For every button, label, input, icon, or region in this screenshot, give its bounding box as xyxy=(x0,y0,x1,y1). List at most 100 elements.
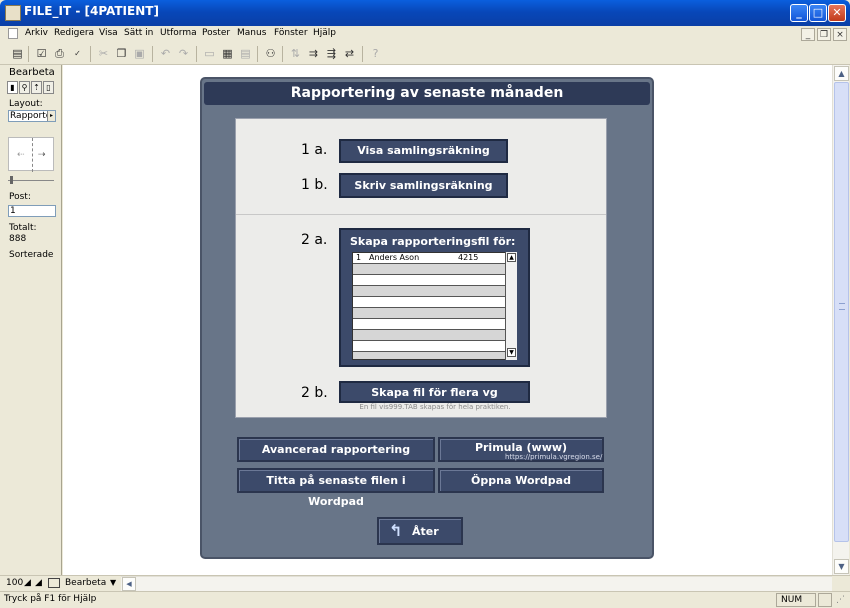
help-icon[interactable]: ? xyxy=(368,46,383,61)
check-icon[interactable]: ☑ xyxy=(34,46,49,61)
menu-bar: Arkiv Redigera Visa Sätt in Utforma Post… xyxy=(0,26,850,43)
redo-icon[interactable]: ↷ xyxy=(176,46,191,61)
total-label: Totalt: xyxy=(9,223,37,233)
list-scrollbar[interactable]: ▲ ▼ xyxy=(505,252,517,360)
list-item[interactable] xyxy=(353,308,505,319)
scroll-down-icon[interactable]: ▼ xyxy=(834,559,849,574)
help-hint: Tryck på F1 för Hjälp xyxy=(4,594,97,604)
panel-title: Rapportering av senaste månaden xyxy=(204,82,650,105)
new-icon[interactable]: ▤ xyxy=(10,46,25,61)
delete-record-icon[interactable]: ▤ xyxy=(238,46,253,61)
toolbar: ▤ ☑ ⎙ ✓ ✂ ❐ ▣ ↶ ↷ ▭ ▦ ▤ ⚇ ⇅ ⇉ ⇶ ⇄ ? xyxy=(0,43,850,65)
find-icon[interactable]: ⚇ xyxy=(263,46,278,61)
zoom-in-icon[interactable]: ◢ xyxy=(35,578,42,588)
back-label: Åter xyxy=(412,525,439,538)
step-2b-label: 2 b. xyxy=(301,385,328,401)
title-bar: FILE_IT - [4PATIENT] _ □ ✕ xyxy=(0,0,850,26)
caregiver-list[interactable]: 1 Anders Ason 4215 xyxy=(352,252,517,360)
vertical-scrollbar[interactable]: ▲ ▼ xyxy=(832,65,849,575)
open-wordpad-button[interactable]: Öppna Wordpad xyxy=(438,468,604,493)
preview-mode-icon[interactable]: ▯ xyxy=(43,81,54,94)
create-file-hint: En fil vis999.TAB skapas för hela prakti… xyxy=(359,403,511,411)
sort-icon[interactable]: ⇅ xyxy=(288,46,303,61)
horizontal-scrollbar[interactable]: ◀ xyxy=(121,576,832,591)
new-record-icon[interactable]: ▭ xyxy=(202,46,217,61)
list-item[interactable] xyxy=(353,341,505,352)
list-item[interactable] xyxy=(353,264,505,275)
omit-icon[interactable]: ⇶ xyxy=(324,46,339,61)
mdi-minimize-button[interactable]: _ xyxy=(801,28,815,41)
layout-mode-icon[interactable]: ⇡ xyxy=(31,81,42,94)
list-item-code: 4215 xyxy=(458,253,479,262)
list-item[interactable]: 1 Anders Ason 4215 xyxy=(353,253,505,264)
bottom-bar: 100 ◢ ◢ Bearbeta ▼ ◀ xyxy=(0,575,850,591)
post-field[interactable]: 1 xyxy=(8,205,56,217)
layout-popup[interactable]: Rapporte ▸ xyxy=(8,110,56,122)
mode-label: Bearbeta xyxy=(9,67,55,78)
menu-manus[interactable]: Manus xyxy=(237,28,266,38)
primula-url: https://primula.vgregion.se/ xyxy=(505,453,603,461)
menu-visa[interactable]: Visa xyxy=(99,28,118,38)
menu-utforma[interactable]: Utforma xyxy=(160,28,197,38)
show-summary-button[interactable]: Visa samlingsräkning xyxy=(339,139,508,163)
mode-popup-label: Bearbeta xyxy=(65,578,107,588)
minimize-button[interactable]: _ xyxy=(790,4,808,22)
maximize-button[interactable]: □ xyxy=(809,4,827,22)
zoom-level[interactable]: 100 xyxy=(6,578,23,588)
advanced-reporting-button[interactable]: Avancerad rapportering xyxy=(237,437,435,462)
list-scroll-down-icon[interactable]: ▼ xyxy=(507,348,516,357)
list-scroll-up-icon[interactable]: ▲ xyxy=(507,253,516,262)
status-area: Bearbeta ▮ ⚲ ⇡ ▯ Layout: Rapporte ▸ ⇠ ⇢ … xyxy=(0,65,62,575)
copy-icon[interactable]: ❐ xyxy=(114,46,129,61)
find-mode-icon[interactable]: ⚲ xyxy=(19,81,30,94)
menu-arkiv[interactable]: Arkiv xyxy=(25,28,48,38)
scroll-left-icon[interactable]: ◀ xyxy=(122,577,136,591)
list-item[interactable] xyxy=(353,319,505,330)
num-lock-indicator: NUM xyxy=(776,593,816,607)
list-item[interactable] xyxy=(353,297,505,308)
list-item[interactable] xyxy=(353,286,505,297)
list-item[interactable] xyxy=(353,330,505,341)
list-item[interactable] xyxy=(353,275,505,286)
show-all-icon[interactable]: ⇉ xyxy=(306,46,321,61)
report-file-title: Skapa rapporteringsfil för: xyxy=(350,235,516,248)
create-multi-file-button[interactable]: Skapa fil för flera vg xyxy=(339,381,530,403)
zoom-out-icon[interactable]: ◢ xyxy=(24,578,31,588)
mode-popup[interactable]: Bearbeta ▼ xyxy=(62,577,120,590)
mdi-close-button[interactable]: × xyxy=(833,28,847,41)
menu-poster[interactable]: Poster xyxy=(202,28,230,38)
step-2a-label: 2 a. xyxy=(301,232,328,248)
menu-satt-in[interactable]: Sätt in xyxy=(124,28,153,38)
slider-thumb[interactable] xyxy=(10,176,13,184)
list-item[interactable] xyxy=(353,352,505,359)
mode-tabs: ▮ ⚲ ⇡ ▯ xyxy=(7,81,57,94)
view-latest-file-button[interactable]: Titta på senaste filen i Wordpad xyxy=(237,468,435,508)
primula-button[interactable]: Primula (www) https://primula.vgregion.s… xyxy=(438,437,604,462)
status-bar: Tryck på F1 för Hjälp NUM ⋰ xyxy=(0,591,850,608)
duplicate-record-icon[interactable]: ▦ xyxy=(220,46,235,61)
cut-icon[interactable]: ✂ xyxy=(96,46,111,61)
mdi-restore-button[interactable]: ❐ xyxy=(817,28,831,41)
book-navigator-icon[interactable]: ⇠ ⇢ xyxy=(8,137,54,172)
scroll-up-icon[interactable]: ▲ xyxy=(834,66,849,81)
menu-hjalp[interactable]: Hjälp xyxy=(313,28,336,38)
menu-redigera[interactable]: Redigera xyxy=(54,28,94,38)
close-button[interactable]: ✕ xyxy=(828,4,846,22)
print-icon[interactable]: ⎙ xyxy=(52,46,67,61)
menu-fonster[interactable]: Fönster xyxy=(274,28,308,38)
resize-grip-icon[interactable]: ⋰ xyxy=(836,595,845,605)
paste-icon[interactable]: ▣ xyxy=(132,46,147,61)
document-icon[interactable] xyxy=(8,28,18,39)
undo-icon[interactable]: ↶ xyxy=(158,46,173,61)
list-item-number: 1 xyxy=(356,253,362,262)
print-summary-button[interactable]: Skriv samlingsräkning xyxy=(339,173,508,198)
status-area-toggle-icon[interactable] xyxy=(48,578,60,588)
step-1a-label: 1 a. xyxy=(301,142,328,158)
post-label: Post: xyxy=(9,192,31,202)
scroll-thumb[interactable] xyxy=(834,82,849,542)
back-button[interactable]: ↰ Åter xyxy=(377,517,463,545)
spellcheck-icon[interactable]: ✓ xyxy=(70,46,85,61)
record-slider[interactable] xyxy=(8,180,54,181)
browse-mode-icon[interactable]: ▮ xyxy=(7,81,18,94)
find-omitted-icon[interactable]: ⇄ xyxy=(342,46,357,61)
